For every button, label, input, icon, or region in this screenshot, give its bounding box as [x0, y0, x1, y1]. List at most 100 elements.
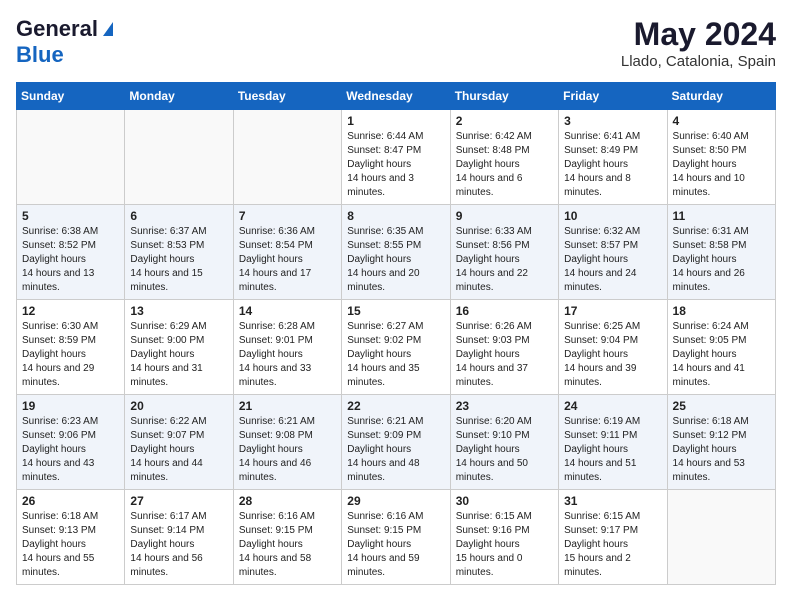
month-info: May 2024 Llado, Catalonia, Spain [621, 16, 776, 70]
cell-text: Sunrise: 6:29 AMSunset: 9:00 PMDaylight … [130, 320, 227, 390]
calendar-cell: 16 Sunrise: 6:26 AMSunset: 9:03 PMDayligh… [450, 300, 558, 395]
calendar-cell: 8Sunrise: 6:35 AMSunset: 8:55 PMDaylight… [342, 205, 450, 300]
day-number: 14 [239, 304, 336, 318]
calendar-cell: 30 Sunrise: 6:15 AMSunset: 9:16 PMDayligh… [450, 490, 558, 585]
calendar-cell: 15 Sunrise: 6:27 AMSunset: 9:02 PMDayligh… [342, 300, 450, 395]
calendar-cell [125, 110, 233, 205]
calendar-cell: 22 Sunrise: 6:21 AMSunset: 9:09 PMDayligh… [342, 395, 450, 490]
week-row-1: 1 Sunrise: 6:44 AMSunset: 8:47 PMDaylight… [17, 110, 776, 205]
calendar-cell: 7 Sunrise: 6:36 AMSunset: 8:54 PMDaylight… [233, 205, 341, 300]
day-number: 9 [456, 209, 553, 223]
day-number: 7 [239, 209, 336, 223]
cell-text: Sunrise: 6:37 AMSunset: 8:53 PMDaylight … [130, 225, 227, 295]
week-row-5: 26 Sunrise: 6:18 AMSunset: 9:13 PMDayligh… [17, 490, 776, 585]
calendar-cell: 13 Sunrise: 6:29 AMSunset: 9:00 PMDayligh… [125, 300, 233, 395]
calendar-cell: 31Sunrise: 6:15 AMSunset: 9:17 PMDayligh… [559, 490, 667, 585]
month-title: May 2024 [621, 16, 776, 53]
cell-text: Sunrise: 6:28 AMSunset: 9:01 PMDaylight … [239, 320, 336, 390]
cell-text: Sunrise: 6:27 AMSunset: 9:02 PMDaylight … [347, 320, 444, 390]
cell-text: Sunrise: 6:23 AMSunset: 9:06 PMDaylight … [22, 415, 119, 485]
day-number: 16 [456, 304, 553, 318]
cell-text: Sunrise: 6:44 AMSunset: 8:47 PMDaylight … [347, 130, 444, 200]
calendar-cell: 1 Sunrise: 6:44 AMSunset: 8:47 PMDaylight… [342, 110, 450, 205]
calendar-cell: 24 Sunrise: 6:19 AMSunset: 9:11 PMDayligh… [559, 395, 667, 490]
logo-blue-text: Blue [16, 42, 64, 68]
day-number: 2 [456, 114, 553, 128]
day-number: 27 [130, 494, 227, 508]
day-number: 4 [673, 114, 770, 128]
day-number: 5 [22, 209, 119, 223]
location: Llado, Catalonia, Spain [621, 53, 776, 70]
cell-text: Sunrise: 6:18 AMSunset: 9:13 PMDaylight … [22, 510, 119, 580]
cell-text: Sunrise: 6:20 AMSunset: 9:10 PMDaylight … [456, 415, 553, 485]
cell-text: Sunrise: 6:42 AMSunset: 8:48 PMDaylight … [456, 130, 553, 200]
day-number: 17 [564, 304, 661, 318]
calendar-cell: 25Sunrise: 6:18 AMSunset: 9:12 PMDayligh… [667, 395, 775, 490]
cell-text: Sunrise: 6:16 AMSunset: 9:15 PMDaylight … [347, 510, 444, 580]
cell-text: Sunrise: 6:41 AMSunset: 8:49 PMDaylight … [564, 130, 661, 200]
day-number: 31 [564, 494, 661, 508]
day-number: 28 [239, 494, 336, 508]
calendar-cell: 2 Sunrise: 6:42 AMSunset: 8:48 PMDaylight… [450, 110, 558, 205]
day-header-wednesday: Wednesday [342, 83, 450, 110]
day-header-monday: Monday [125, 83, 233, 110]
day-number: 24 [564, 399, 661, 413]
calendar-cell: 27 Sunrise: 6:17 AMSunset: 9:14 PMDayligh… [125, 490, 233, 585]
cell-text: Sunrise: 6:17 AMSunset: 9:14 PMDaylight … [130, 510, 227, 580]
cell-text: Sunrise: 6:40 AMSunset: 8:50 PMDaylight … [673, 130, 770, 200]
week-row-3: 12 Sunrise: 6:30 AMSunset: 8:59 PMDayligh… [17, 300, 776, 395]
calendar-cell [667, 490, 775, 585]
day-number: 8 [347, 209, 444, 223]
header-row: SundayMondayTuesdayWednesdayThursdayFrid… [17, 83, 776, 110]
day-header-thursday: Thursday [450, 83, 558, 110]
day-number: 22 [347, 399, 444, 413]
cell-text: Sunrise: 6:30 AMSunset: 8:59 PMDaylight … [22, 320, 119, 390]
cell-text: Sunrise: 6:25 AMSunset: 9:04 PMDaylight … [564, 320, 661, 390]
cell-text: Sunrise: 6:38 AMSunset: 8:52 PMDaylight … [22, 225, 119, 295]
day-number: 3 [564, 114, 661, 128]
logo-general-text: General [16, 16, 98, 42]
calendar-cell [17, 110, 125, 205]
day-number: 25 [673, 399, 770, 413]
day-number: 19 [22, 399, 119, 413]
cell-text: Sunrise: 6:21 AMSunset: 9:09 PMDaylight … [347, 415, 444, 485]
cell-text: Sunrise: 6:33 AMSunset: 8:56 PMDaylight … [456, 225, 553, 295]
week-row-2: 5 Sunrise: 6:38 AMSunset: 8:52 PMDaylight… [17, 205, 776, 300]
calendar-cell: 3 Sunrise: 6:41 AMSunset: 8:49 PMDaylight… [559, 110, 667, 205]
calendar-cell [233, 110, 341, 205]
day-number: 13 [130, 304, 227, 318]
day-number: 12 [22, 304, 119, 318]
calendar-cell: 26 Sunrise: 6:18 AMSunset: 9:13 PMDayligh… [17, 490, 125, 585]
cell-text: Sunrise: 6:22 AMSunset: 9:07 PMDaylight … [130, 415, 227, 485]
calendar-cell: 29 Sunrise: 6:16 AMSunset: 9:15 PMDayligh… [342, 490, 450, 585]
day-number: 15 [347, 304, 444, 318]
calendar-cell: 23 Sunrise: 6:20 AMSunset: 9:10 PMDayligh… [450, 395, 558, 490]
day-header-tuesday: Tuesday [233, 83, 341, 110]
day-number: 10 [564, 209, 661, 223]
calendar-cell: 10 Sunrise: 6:32 AMSunset: 8:57 PMDayligh… [559, 205, 667, 300]
calendar-cell: 17 Sunrise: 6:25 AMSunset: 9:04 PMDayligh… [559, 300, 667, 395]
cell-text: Sunrise: 6:24 AMSunset: 9:05 PMDaylight … [673, 320, 770, 390]
cell-text: Sunrise: 6:26 AMSunset: 9:03 PMDaylight … [456, 320, 553, 390]
logo-triangle-icon [103, 22, 113, 36]
day-number: 26 [22, 494, 119, 508]
day-header-friday: Friday [559, 83, 667, 110]
day-number: 30 [456, 494, 553, 508]
calendar-cell: 21Sunrise: 6:21 AMSunset: 9:08 PMDayligh… [233, 395, 341, 490]
day-number: 18 [673, 304, 770, 318]
cell-text: Sunrise: 6:16 AMSunset: 9:15 PMDaylight … [239, 510, 336, 580]
day-number: 1 [347, 114, 444, 128]
cell-text: Sunrise: 6:36 AMSunset: 8:54 PMDaylight … [239, 225, 336, 295]
day-number: 21 [239, 399, 336, 413]
day-number: 11 [673, 209, 770, 223]
cell-text: Sunrise: 6:31 AMSunset: 8:58 PMDaylight … [673, 225, 770, 295]
day-number: 23 [456, 399, 553, 413]
cell-text: Sunrise: 6:15 AMSunset: 9:16 PMDaylight … [456, 510, 553, 580]
calendar-cell: 14 Sunrise: 6:28 AMSunset: 9:01 PMDayligh… [233, 300, 341, 395]
calendar-cell: 20Sunrise: 6:22 AMSunset: 9:07 PMDayligh… [125, 395, 233, 490]
calendar-cell: 11 Sunrise: 6:31 AMSunset: 8:58 PMDayligh… [667, 205, 775, 300]
cell-text: Sunrise: 6:32 AMSunset: 8:57 PMDaylight … [564, 225, 661, 295]
calendar-cell: 19 Sunrise: 6:23 AMSunset: 9:06 PMDayligh… [17, 395, 125, 490]
day-number: 29 [347, 494, 444, 508]
cell-text: Sunrise: 6:19 AMSunset: 9:11 PMDaylight … [564, 415, 661, 485]
